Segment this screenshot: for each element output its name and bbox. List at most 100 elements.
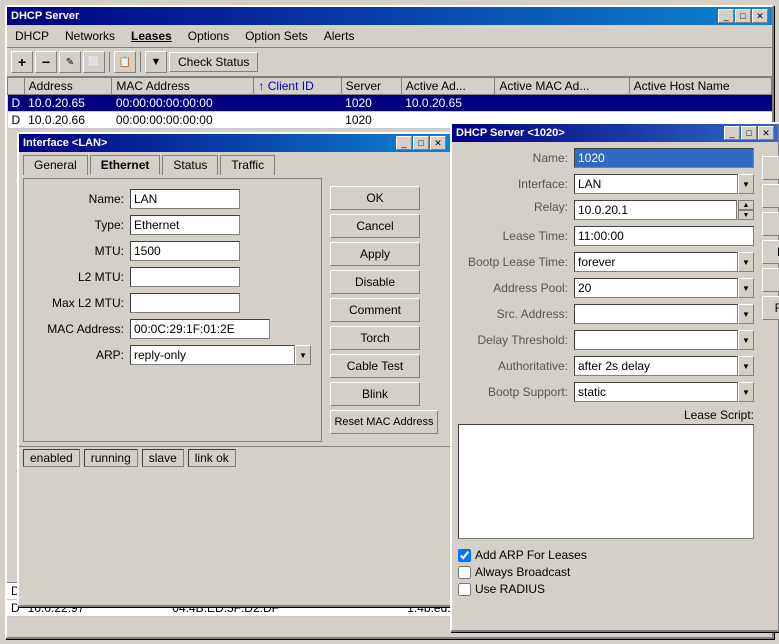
reset-mac-button[interactable]: Reset MAC Address [330,410,438,434]
arp-input[interactable] [130,345,295,365]
dhcp-pool-arrow[interactable]: ▼ [738,278,754,298]
dhcp-bootp-support-arrow[interactable]: ▼ [738,382,754,402]
row-active-host [629,95,771,112]
dhcp-disable-button[interactable]: Disable [762,240,779,264]
remove-button[interactable]: − [35,51,57,73]
apply-button[interactable]: Apply [330,242,420,266]
type-label: Type: [34,218,124,232]
ok-button[interactable]: OK [330,186,420,210]
dhcp-delay-input[interactable] [574,330,738,350]
menu-option-sets[interactable]: Option Sets [237,27,316,45]
dhcp-bootp-input[interactable] [574,252,738,272]
interface-maximize[interactable]: □ [413,136,429,150]
interface-close[interactable]: ✕ [430,136,446,150]
edit-button[interactable]: ✎ [59,51,81,73]
minimize-button[interactable]: _ [718,9,734,23]
dhcp-src-input[interactable] [574,304,738,324]
name-input[interactable] [130,189,240,209]
l2mtu-input[interactable] [130,267,240,287]
row-client-id [254,95,341,112]
disable-button[interactable]: Disable [330,270,420,294]
dhcp-interface-input[interactable] [574,174,738,194]
check-status-button[interactable]: Check Status [169,52,258,72]
dhcp-interface-arrow[interactable]: ▼ [738,174,754,194]
tab-ethernet[interactable]: Ethernet [90,155,161,175]
col-address[interactable]: Address [24,78,112,95]
dhcp-auth-input[interactable] [574,356,738,376]
dhcp-lease-time-input[interactable] [574,226,754,246]
dhcp-name-input[interactable] [574,148,754,168]
menu-leases[interactable]: Leases [123,27,180,45]
col-active-host[interactable]: Active Host Name [629,78,771,95]
arp-row: ARP: ▼ [34,345,311,365]
table-row[interactable]: D 10.0.20.65 00:00:00:00:00:00 1020 10.0… [8,95,772,112]
dhcp-side-buttons: OK Cancel Apply Disable Copy Remove [754,148,779,599]
relay-down[interactable]: ▼ [738,210,754,220]
title-bar-buttons: _ □ ✕ [718,9,768,23]
dhcp-pool-input[interactable] [574,278,738,298]
dhcp-src-label: Src. Address: [458,307,568,321]
dhcp-relay-row: Relay: ▲ ▼ [458,200,754,220]
menu-alerts[interactable]: Alerts [316,27,363,45]
dhcp-interface-row: Interface: ▼ [458,174,754,194]
always-broadcast-checkbox[interactable] [458,566,471,579]
filter-button[interactable]: ▼ [145,51,167,73]
col-client-id[interactable]: ↑ Client ID [254,78,341,95]
dhcp-auth-arrow[interactable]: ▼ [738,356,754,376]
dhcp-maximize[interactable]: □ [741,126,757,140]
dhcp-auth-row: Authoritative: ▼ [458,356,754,376]
dhcp-apply-button[interactable]: Apply [762,212,779,236]
mtu-label: MTU: [34,244,124,258]
mtu-input[interactable] [130,241,240,261]
type-input[interactable] [130,215,240,235]
row-server: 1020 [341,95,401,112]
col-indicator[interactable] [8,78,25,95]
lease-script-textarea[interactable] [458,424,754,539]
dhcp-delay-arrow[interactable]: ▼ [738,330,754,350]
tab-traffic[interactable]: Traffic [220,155,275,175]
dhcp-copy-button[interactable]: Copy [762,268,779,292]
cable-test-button[interactable]: Cable Test [330,354,420,378]
dhcp-bootp-arrow[interactable]: ▼ [738,252,754,272]
add-button[interactable]: + [11,51,33,73]
interface-minimize[interactable]: _ [396,136,412,150]
tab-general[interactable]: General [23,155,88,175]
col-mac[interactable]: MAC Address [112,78,254,95]
row-address: 10.0.20.66 [24,112,112,129]
add-arp-label: Add ARP For Leases [475,548,587,562]
menu-dhcp[interactable]: DHCP [7,27,57,45]
arp-arrow[interactable]: ▼ [295,345,311,365]
comment-button[interactable]: Comment [330,298,420,322]
l2mtu-row: L2 MTU: [34,267,311,287]
close-button[interactable]: ✕ [752,9,768,23]
relay-up[interactable]: ▲ [738,200,754,210]
col-active-mac[interactable]: Active MAC Ad... [495,78,629,95]
cancel-button[interactable]: Cancel [330,214,420,238]
dhcp-remove-button[interactable]: Remove [762,296,779,320]
maximize-button[interactable]: □ [735,9,751,23]
main-title: DHCP Server [11,10,79,22]
blink-button[interactable]: Blink [330,382,420,406]
menu-options[interactable]: Options [180,27,237,45]
dhcp-src-arrow[interactable]: ▼ [738,304,754,324]
max-l2mtu-input[interactable] [130,293,240,313]
mac-input[interactable] [130,319,270,339]
dhcp-relay-input[interactable] [574,200,737,220]
toolbar: + − ✎ ⬜ 📋 ▼ Check Status [7,48,772,77]
col-server[interactable]: Server [341,78,401,95]
dhcp-bootp-support-input[interactable] [574,382,738,402]
tab-status[interactable]: Status [162,155,218,175]
col-active-addr[interactable]: Active Ad... [401,78,495,95]
use-radius-checkbox[interactable] [458,583,471,596]
dhcp-ok-button[interactable]: OK [762,156,779,180]
dhcp-bootp-dropdown: ▼ [574,252,754,272]
dhcp-cancel-button[interactable]: Cancel [762,184,779,208]
torch-button[interactable]: Torch [330,326,420,350]
dhcp-close[interactable]: ✕ [758,126,774,140]
dhcp-minimize[interactable]: _ [724,126,740,140]
paste-button[interactable]: 📋 [114,51,136,73]
dhcp-pool-dropdown: ▼ [574,278,754,298]
copy-toolbar-button[interactable]: ⬜ [83,51,105,73]
menu-networks[interactable]: Networks [57,27,123,45]
add-arp-checkbox[interactable] [458,549,471,562]
